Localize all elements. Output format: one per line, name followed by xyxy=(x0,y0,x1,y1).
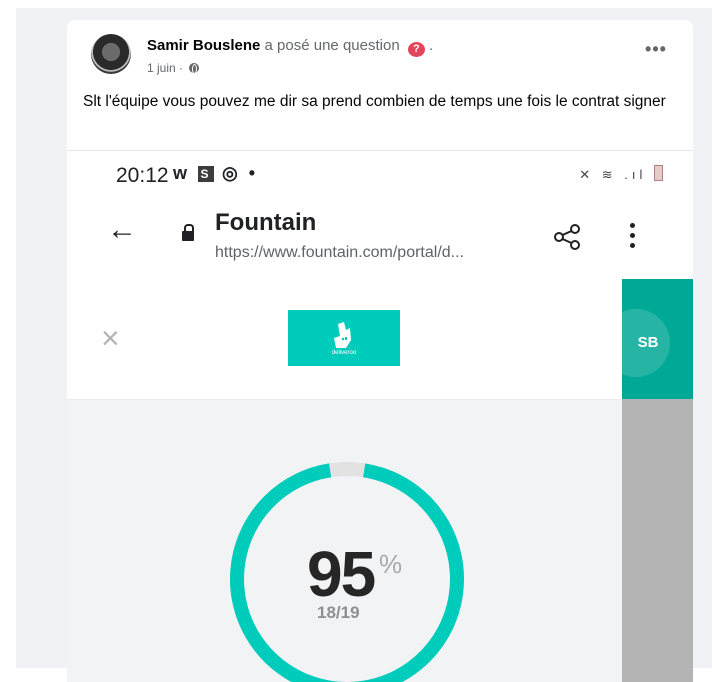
post-header: Samir Bouslene a posé une question ? . xyxy=(147,37,433,57)
meta-separator: · xyxy=(179,61,184,75)
status-time: 20:12 xyxy=(116,164,169,187)
portal-header: × deliveroo xyxy=(67,279,622,400)
post-date[interactable]: 1 juin xyxy=(147,61,176,75)
post-action: a posé une question xyxy=(264,37,400,54)
close-icon: × xyxy=(101,320,120,356)
progress-count: 18/19 xyxy=(317,603,360,622)
question-icon: ? xyxy=(407,42,425,57)
post-text: Slt l'équipe vous pouvez me dir sa prend… xyxy=(83,93,666,110)
share-icon xyxy=(554,224,580,250)
post-card: Samir Bouslene a posé une question ? . 1… xyxy=(67,20,693,682)
globe-icon xyxy=(189,63,200,74)
author-name[interactable]: Samir Bouslene xyxy=(147,37,260,54)
progress-percent: 95 xyxy=(307,538,376,610)
kebab-menu-icon xyxy=(630,223,636,253)
logo-text: deliveroo xyxy=(331,350,357,356)
status-right-icons: ✕ ≋ .ıl xyxy=(579,165,663,183)
notification-icons: ◎ • xyxy=(222,163,259,183)
user-avatar-initials: SB xyxy=(602,309,670,377)
lock-icon xyxy=(182,224,194,241)
phone-screenshot[interactable]: 20:12 w S ◎ • ✕ ≋ .ıl ← Fountain https:/… xyxy=(67,151,693,682)
side-panel-header: SB xyxy=(602,279,693,399)
post-meta: 1 juin · xyxy=(147,61,200,75)
signal-icons: ✕ ≋ .ıl xyxy=(579,167,647,182)
deliveroo-logo: deliveroo xyxy=(288,310,400,366)
browser-url: https://www.fountain.com/portal/d... xyxy=(215,244,465,261)
portal-page: × deliveroo SB 95 % 18/19 xyxy=(67,279,693,682)
battery-icon xyxy=(654,165,663,181)
status-app-icons: w S ◎ • xyxy=(173,163,258,184)
author-avatar[interactable] xyxy=(91,34,131,74)
w-app-icon: w xyxy=(173,163,191,183)
s-app-icon: S xyxy=(198,166,215,182)
more-options-button[interactable]: ••• xyxy=(641,40,671,64)
side-panel-overlay xyxy=(622,399,693,682)
kangaroo-icon xyxy=(334,322,351,348)
browser-page-title: Fountain xyxy=(215,209,317,236)
post-action-trailing: . xyxy=(429,37,434,54)
back-arrow-icon: ← xyxy=(107,213,137,246)
progress-percent-sign: % xyxy=(379,549,403,579)
